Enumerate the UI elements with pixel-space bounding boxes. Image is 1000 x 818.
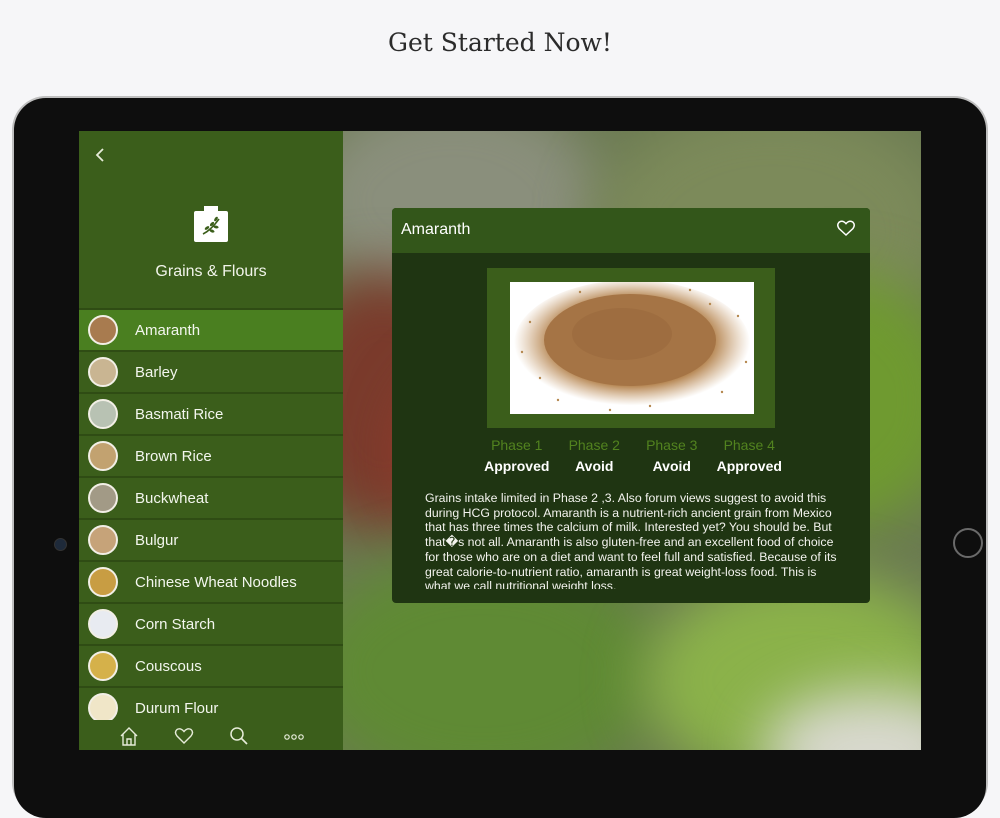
phase-name: Phase 2 xyxy=(568,437,620,453)
phase-4: Phase 4 Approved xyxy=(711,437,789,474)
list-item-couscous[interactable]: Couscous xyxy=(79,646,343,688)
food-thumbnail xyxy=(88,651,118,681)
list-item-chinese-wheat-noodles[interactable]: Chinese Wheat Noodles xyxy=(79,562,343,604)
list-item-corn-starch[interactable]: Corn Starch xyxy=(79,604,343,646)
list-item-amaranth[interactable]: Amaranth xyxy=(79,310,343,352)
phase-status: Avoid xyxy=(652,458,691,474)
amaranth-photo xyxy=(510,282,754,414)
phase-name: Phase 1 xyxy=(491,437,543,453)
category-title: Grains & Flours xyxy=(155,263,267,280)
food-description: Grains intake limited in Phase 2 ,3. Als… xyxy=(425,491,837,589)
tab-bar xyxy=(79,723,343,750)
list-item-label: Corn Starch xyxy=(135,615,216,633)
back-chevron-icon[interactable] xyxy=(93,145,109,165)
phase-name: Phase 4 xyxy=(723,437,775,453)
phase-name: Phase 3 xyxy=(646,437,698,453)
list-item-bulgur[interactable]: Bulgur xyxy=(79,520,343,562)
list-item-label: Durum Flour xyxy=(135,699,219,717)
food-thumbnail xyxy=(88,357,118,387)
page-headline: Get Started Now! xyxy=(388,28,612,57)
list-item-label: Couscous xyxy=(135,657,202,675)
detail-card: Amaranth Phase 1 Approved Phase 2 Avoid … xyxy=(392,208,870,603)
food-image-frame xyxy=(487,268,775,428)
list-item-label: Chinese Wheat Noodles xyxy=(135,573,297,591)
home-button xyxy=(953,528,983,558)
phase-status: Approved xyxy=(484,458,550,474)
food-thumbnail xyxy=(88,315,118,345)
list-item-buckwheat[interactable]: Buckwheat xyxy=(79,478,343,520)
food-thumbnail xyxy=(88,483,118,513)
search-icon[interactable] xyxy=(228,725,250,747)
food-thumbnail xyxy=(88,441,118,471)
food-thumbnail xyxy=(88,525,118,555)
food-list: Amaranth Barley Basmati Rice Brown Rice … xyxy=(79,308,343,720)
phase-status: Avoid xyxy=(575,458,614,474)
list-item-label: Basmati Rice xyxy=(135,405,224,423)
more-icon[interactable] xyxy=(283,725,305,747)
list-item-label: Barley xyxy=(135,363,178,381)
list-item-label: Buckwheat xyxy=(135,489,209,507)
grain-pile-image xyxy=(514,282,750,412)
phase-status: Approved xyxy=(716,458,782,474)
phase-2: Phase 2 Avoid xyxy=(556,437,634,474)
home-icon[interactable] xyxy=(118,725,140,747)
food-thumbnail xyxy=(88,693,118,720)
heart-icon[interactable] xyxy=(173,725,195,747)
list-item-durum-flour[interactable]: Durum Flour xyxy=(79,688,343,720)
phase-3: Phase 3 Avoid xyxy=(633,437,711,474)
list-item-basmati-rice[interactable]: Basmati Rice xyxy=(79,394,343,436)
list-item-brown-rice[interactable]: Brown Rice xyxy=(79,436,343,478)
list-item-label: Brown Rice xyxy=(135,447,212,465)
camera-dot xyxy=(54,538,67,551)
detail-title: Amaranth xyxy=(401,221,471,238)
list-item-label: Bulgur xyxy=(135,531,179,549)
favorite-heart-icon[interactable] xyxy=(836,219,856,237)
food-thumbnail xyxy=(88,609,118,639)
phase-table: Phase 1 Approved Phase 2 Avoid Phase 3 A… xyxy=(478,437,788,474)
app-screen: Grains & Flours Amaranth Barley Basmati … xyxy=(79,131,921,750)
list-item-barley[interactable]: Barley xyxy=(79,352,343,394)
grain-bag-icon xyxy=(194,206,228,242)
detail-header: Amaranth xyxy=(392,208,870,253)
list-item-label: Amaranth xyxy=(135,321,201,339)
sidebar: Grains & Flours Amaranth Barley Basmati … xyxy=(79,131,343,750)
phase-1: Phase 1 Approved xyxy=(478,437,556,474)
food-thumbnail xyxy=(88,399,118,429)
food-thumbnail xyxy=(88,567,118,597)
